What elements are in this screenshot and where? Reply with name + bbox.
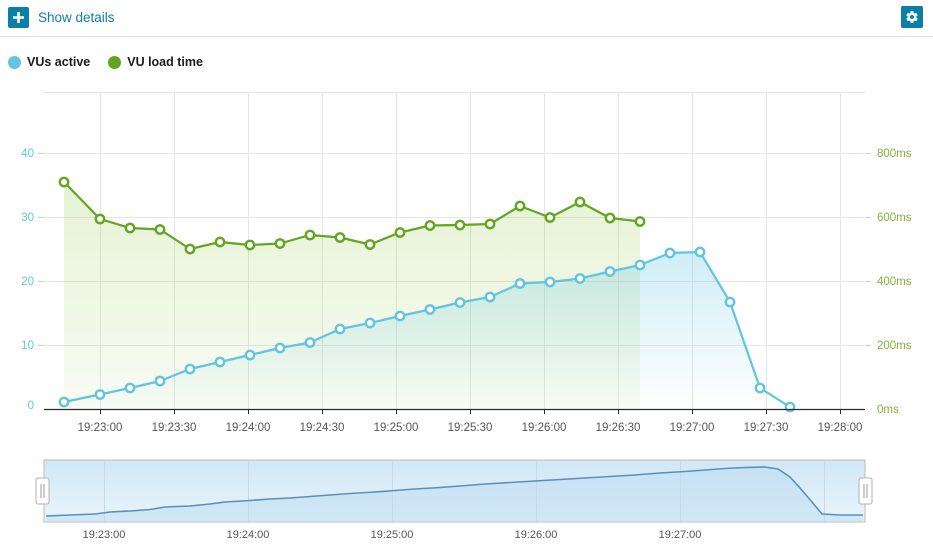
show-details-label: Show details [38,11,115,25]
main-chart-svg: 0 10 20 30 40 0ms 200ms 400ms 600ms 800m… [0,78,933,446]
navigator-svg: 19:23:00 19:24:00 19:25:00 19:26:00 19:2… [0,452,933,552]
chart-navigator[interactable]: 19:23:00 19:24:00 19:25:00 19:26:00 19:2… [0,452,933,552]
nav-x-tick-label-2: 19:25:00 [371,529,414,541]
load-test-chart-panel: Show details VUs active VU load time [0,0,933,552]
right-axis-labels: 0ms 200ms 400ms 600ms 800ms [877,148,912,416]
legend-item-vu-load-time[interactable]: VU load time [108,55,203,69]
x-tick-label-3: 19:24:30 [300,422,345,434]
right-axis-tick-400ms: 400ms [877,276,912,288]
show-details-button[interactable]: Show details [8,7,115,28]
left-axis-tick-0: 0 [28,400,34,412]
right-axis-tick-200ms: 200ms [877,340,912,352]
nav-x-tick-label-3: 19:26:00 [515,529,558,541]
x-axis-labels: 19:23:00 19:23:30 19:24:00 19:24:30 19:2… [78,422,863,434]
nav-x-tick-label-1: 19:24:00 [227,529,270,541]
x-tick-label-0: 19:23:00 [78,422,123,434]
nav-x-tick-label-4: 19:27:00 [659,529,702,541]
left-axis-tick-30: 30 [21,212,34,224]
x-tick-label-10: 19:28:00 [818,422,863,434]
x-tick-label-1: 19:23:30 [152,422,197,434]
x-tick-label-2: 19:24:00 [226,422,271,434]
x-tick-label-4: 19:25:00 [374,422,419,434]
x-tick-label-7: 19:26:30 [596,422,641,434]
panel-header: Show details [0,0,933,37]
navigator-left-handle[interactable] [36,478,49,504]
plus-icon [8,7,29,28]
legend-label-vus-active: VUs active [27,55,90,69]
legend-color-swatch-vu-load-time [108,56,121,69]
gear-icon[interactable] [901,6,923,28]
nav-x-tick-label-0: 19:23:00 [83,529,126,541]
right-axis-ticks [865,154,871,346]
right-axis-tick-600ms: 600ms [877,212,912,224]
navigator-x-axis-labels: 19:23:00 19:24:00 19:25:00 19:26:00 19:2… [83,529,702,541]
x-tick-label-9: 19:27:30 [744,422,789,434]
right-axis-tick-0ms: 0ms [877,404,899,416]
x-tick-label-6: 19:26:00 [522,422,567,434]
left-axis-labels: 0 10 20 30 40 [21,148,34,412]
x-tick-label-8: 19:27:00 [670,422,715,434]
chart-legend: VUs active VU load time [8,55,203,69]
legend-color-swatch-vus-active [8,56,21,69]
legend-label-vu-load-time: VU load time [127,55,203,69]
legend-item-vus-active[interactable]: VUs active [8,55,90,69]
main-chart[interactable]: 0 10 20 30 40 0ms 200ms 400ms 600ms 800m… [0,78,933,446]
x-tick-label-5: 19:25:30 [448,422,493,434]
navigator-right-handle[interactable] [859,478,872,504]
left-axis-tick-20: 20 [21,276,34,288]
left-axis-tick-10: 10 [21,340,34,352]
left-axis-tick-40: 40 [21,148,34,160]
right-axis-tick-800ms: 800ms [877,148,912,160]
left-axis-ticks [38,154,44,346]
